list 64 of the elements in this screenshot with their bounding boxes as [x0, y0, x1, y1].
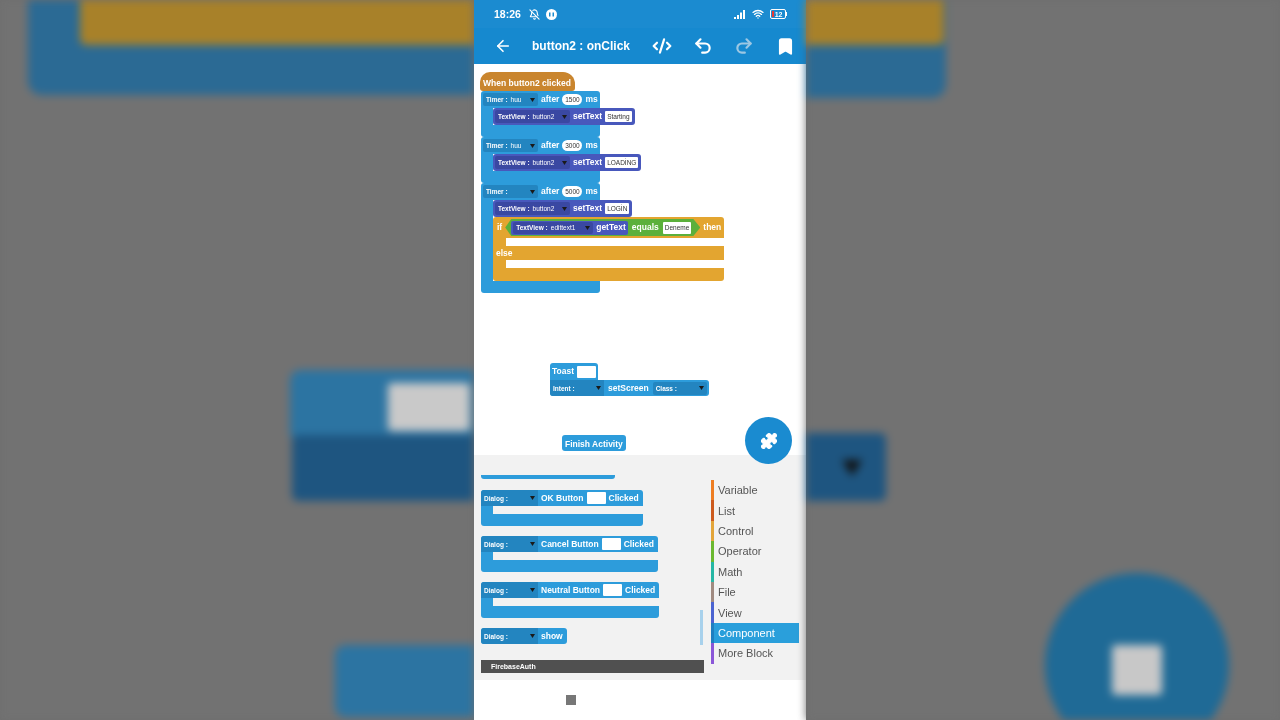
- bell-off-icon: [528, 8, 540, 20]
- button-name-label: Neutral Button: [541, 585, 601, 595]
- puzzle-icon: [759, 431, 778, 450]
- if-label: if: [497, 223, 503, 232]
- category-item[interactable]: List: [711, 500, 799, 521]
- category-item[interactable]: View: [711, 602, 799, 623]
- unit-label: ms: [585, 187, 598, 196]
- after-label: after: [541, 187, 560, 196]
- caret-icon: [530, 496, 535, 500]
- undo-icon: [693, 36, 713, 56]
- button-text-field[interactable]: [601, 538, 621, 550]
- method-label: show: [541, 631, 563, 641]
- button-text-field[interactable]: [603, 584, 623, 596]
- operator-label: equals: [631, 223, 659, 232]
- method-label: getText: [596, 223, 626, 232]
- event-label: Clicked: [623, 539, 654, 549]
- button-name-label: OK Button: [541, 493, 584, 503]
- caret-icon: [562, 114, 567, 119]
- caret-icon: [585, 225, 591, 230]
- method-label: setScreen: [608, 383, 649, 393]
- status-time: 18:26: [494, 8, 521, 20]
- toast-message-field[interactable]: [577, 365, 597, 378]
- method-label: setText: [573, 204, 603, 213]
- category-item[interactable]: Operator: [711, 541, 799, 562]
- method-label: setText: [573, 158, 603, 167]
- caret-icon: [562, 206, 567, 211]
- category-item[interactable]: Math: [711, 561, 799, 582]
- button-name-label: Cancel Button: [541, 539, 599, 549]
- event-label: Clicked: [608, 493, 639, 503]
- block-arm: [481, 598, 493, 606]
- category-item[interactable]: File: [711, 581, 799, 603]
- caret-icon: [562, 160, 567, 165]
- block-arm: [481, 154, 493, 171]
- signal-icon: [733, 9, 746, 19]
- wifi-icon: [751, 8, 764, 20]
- unit-label: ms: [585, 95, 598, 104]
- toast-label: Toast: [552, 367, 575, 376]
- after-label: after: [541, 141, 560, 150]
- method-label: setText: [573, 112, 603, 121]
- redo-icon: [734, 36, 754, 56]
- code-icon: [652, 36, 672, 56]
- event-label: Clicked: [625, 585, 656, 595]
- category-item[interactable]: More Block: [711, 643, 799, 664]
- caret-icon: [698, 386, 704, 390]
- category-item[interactable]: Control: [711, 520, 799, 542]
- caret-icon: [530, 143, 535, 148]
- caret-icon: [530, 97, 535, 102]
- block-arm: [481, 108, 493, 125]
- pause-icon: [545, 8, 557, 20]
- caret-icon: [530, 189, 535, 194]
- caret-icon: [530, 588, 535, 592]
- then-label: then: [703, 223, 722, 232]
- screen-title: button2 : onClick: [532, 39, 630, 53]
- caret-icon: [530, 634, 535, 638]
- block-arm: [481, 506, 493, 514]
- unit-label: ms: [585, 141, 598, 150]
- after-label: after: [541, 95, 560, 104]
- button-text-field[interactable]: [586, 492, 606, 504]
- scrollbar-thumb[interactable]: [700, 610, 703, 645]
- category-item[interactable]: Variable: [711, 480, 799, 501]
- else-label: else: [496, 249, 513, 258]
- caret-icon: [596, 386, 601, 390]
- block-arm: [481, 552, 493, 560]
- caret-icon: [530, 542, 535, 546]
